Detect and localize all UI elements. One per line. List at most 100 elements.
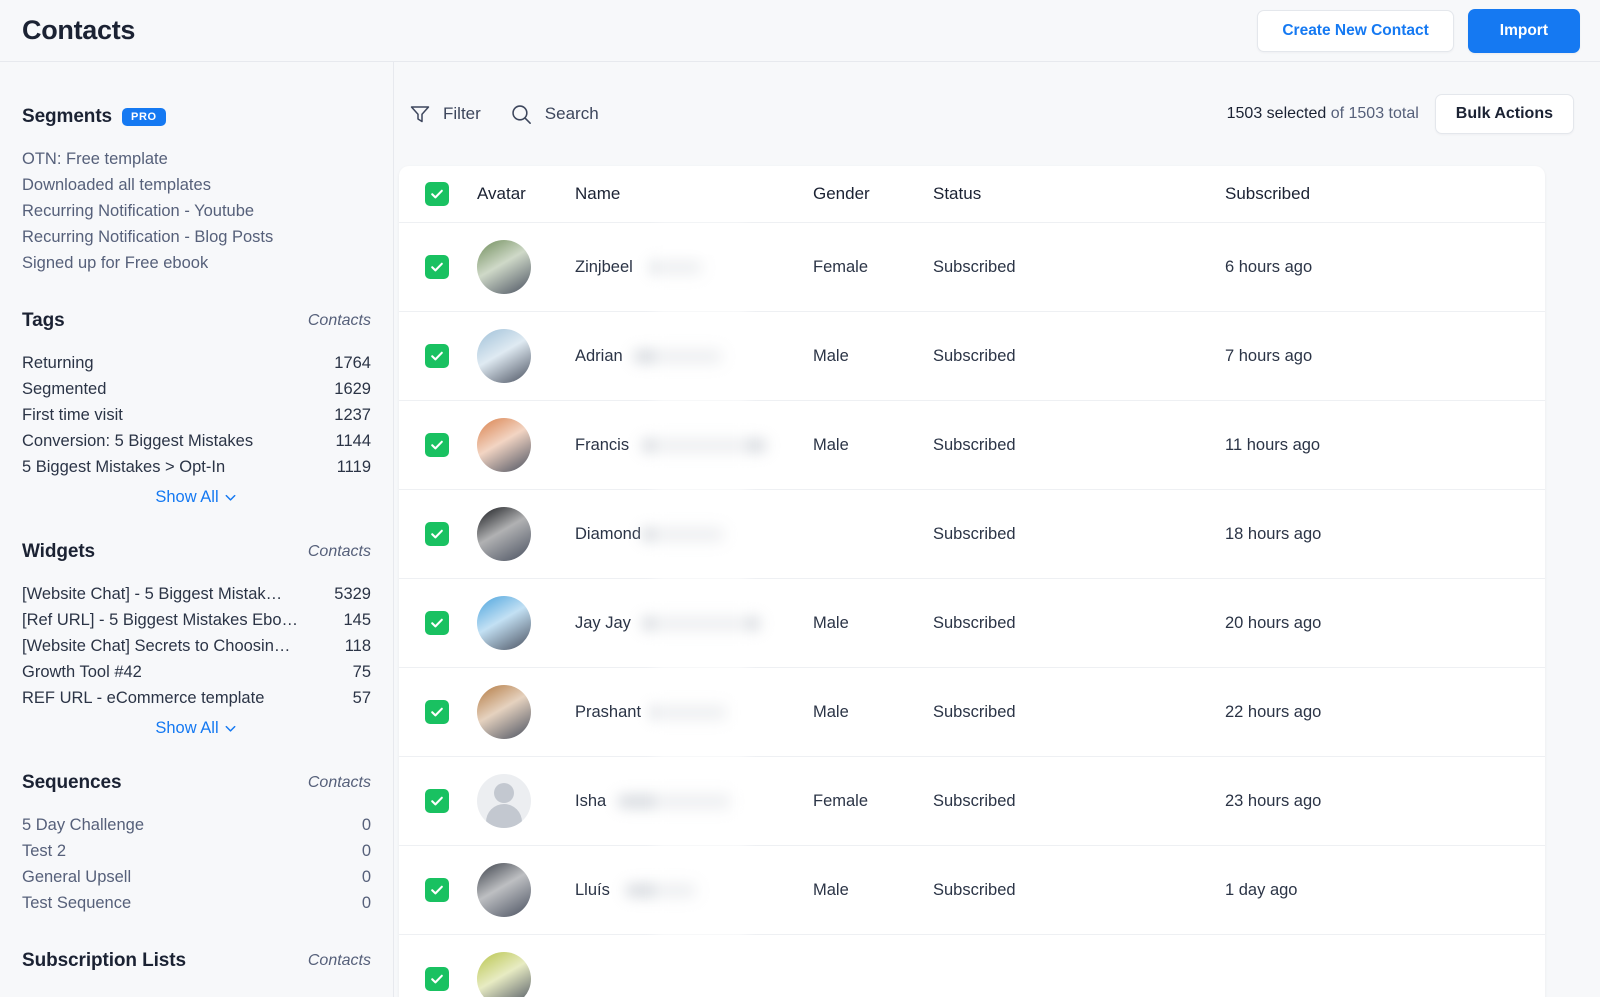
- row-checkbox[interactable]: [425, 611, 449, 635]
- row-checkbox[interactable]: [425, 700, 449, 724]
- row-checkbox[interactable]: [425, 433, 449, 457]
- row-select-cell: [399, 255, 477, 279]
- segments-header: Segments PRO: [22, 106, 371, 128]
- sidebar-section-segments: Segments PRO OTN: Free template Download…: [22, 106, 371, 276]
- chevron-down-icon: [223, 721, 238, 736]
- filter-button[interactable]: Filter: [408, 102, 481, 126]
- sequence-item[interactable]: Test 2 0: [22, 838, 371, 864]
- avatar: [477, 596, 531, 650]
- widget-item[interactable]: [Website Chat] Secrets to Choosin… 118: [22, 633, 371, 659]
- widget-item[interactable]: REF URL - eCommerce template 57: [22, 685, 371, 711]
- search-icon: [509, 102, 534, 127]
- sidebar: Segments PRO OTN: Free template Download…: [0, 62, 394, 997]
- contact-subscribed: 22 hours ago: [1225, 702, 1322, 721]
- contact-gender: Female: [813, 791, 869, 810]
- widget-count: 145: [343, 611, 371, 629]
- chevron-down-icon: [223, 490, 238, 505]
- row-select-cell: [399, 789, 477, 813]
- sequence-item[interactable]: Test Sequence 0: [22, 890, 371, 916]
- contact-subscribed: 20 hours ago: [1225, 613, 1322, 632]
- sequences-column-label: Contacts: [307, 774, 371, 791]
- create-new-contact-button[interactable]: Create New Contact: [1257, 9, 1454, 52]
- contact-subscribed: 23 hours ago: [1225, 791, 1322, 810]
- table-row[interactable]: Prashant Male Subscribed 22 hours ago: [399, 668, 1545, 757]
- segment-item[interactable]: Signed up for Free ebook: [22, 250, 371, 276]
- table-body: Zinjbeel Female Subscribed 6 hours ago Adria…: [399, 223, 1545, 997]
- row-select-cell: [399, 700, 477, 724]
- avatar-placeholder-body: [486, 804, 522, 828]
- tag-item[interactable]: Returning 1764: [22, 350, 371, 376]
- contact-gender: Male: [813, 880, 849, 899]
- subscription-lists-title: Subscription Lists: [22, 950, 186, 971]
- row-checkbox[interactable]: [425, 255, 449, 279]
- contact-subscribed: 11 hours ago: [1225, 435, 1321, 454]
- row-checkbox[interactable]: [425, 967, 449, 991]
- contact-subscribed: 6 hours ago: [1225, 257, 1313, 276]
- widget-label: REF URL - eCommerce template: [22, 689, 265, 707]
- segment-item[interactable]: Downloaded all templates: [22, 172, 371, 198]
- sequence-item[interactable]: General Upsell 0: [22, 864, 371, 890]
- tag-item[interactable]: 5 Biggest Mistakes > Opt-In 1119: [22, 454, 371, 480]
- row-checkbox[interactable]: [425, 789, 449, 813]
- bulk-actions-button[interactable]: Bulk Actions: [1434, 94, 1574, 134]
- tag-label: First time visit: [22, 406, 123, 424]
- widget-item[interactable]: [Website Chat] - 5 Biggest Mistak… 5329: [22, 581, 371, 607]
- search-button[interactable]: Search: [509, 102, 599, 127]
- tag-item[interactable]: Segmented 1629: [22, 376, 371, 402]
- row-select-cell: [399, 344, 477, 368]
- avatar: [477, 863, 531, 917]
- redaction-overlay: [655, 223, 747, 997]
- table-row[interactable]: [399, 935, 1545, 997]
- contact-gender: Male: [813, 702, 849, 721]
- widget-item[interactable]: [Ref URL] - 5 Biggest Mistakes Ebo… 145: [22, 607, 371, 633]
- sequence-count: 0: [361, 894, 371, 912]
- tags-column-label: Contacts: [307, 312, 371, 329]
- row-select-cell: [399, 611, 477, 635]
- tags-show-all-button[interactable]: Show All: [22, 488, 371, 507]
- tag-item[interactable]: First time visit 1237: [22, 402, 371, 428]
- widget-item[interactable]: Growth Tool #42 75: [22, 659, 371, 685]
- sequence-item[interactable]: 5 Day Challenge 0: [22, 812, 371, 838]
- avatar: [477, 418, 531, 472]
- avatar-cell: [477, 685, 575, 739]
- import-button[interactable]: Import: [1467, 8, 1580, 53]
- row-checkbox[interactable]: [425, 522, 449, 546]
- widgets-header: Widgets Contacts: [22, 541, 371, 563]
- top-bar: Contacts Create New Contact Import: [0, 0, 1600, 62]
- segment-item[interactable]: Recurring Notification - Youtube: [22, 198, 371, 224]
- select-all-checkbox[interactable]: [425, 182, 449, 206]
- row-checkbox[interactable]: [425, 344, 449, 368]
- table-row[interactable]: Zinjbeel Female Subscribed 6 hours ago: [399, 223, 1545, 312]
- avatar: [477, 774, 531, 828]
- widgets-list: [Website Chat] - 5 Biggest Mistak… 5329 […: [22, 581, 371, 711]
- widgets-show-all-button[interactable]: Show All: [22, 719, 371, 738]
- table-row[interactable]: Francis Male Subscribed 11 hours ago: [399, 401, 1545, 490]
- table-row[interactable]: Lluís Male Subscribed 1 day ago: [399, 846, 1545, 935]
- widget-count: 118: [344, 637, 371, 655]
- table-row[interactable]: Diamond Subscribed 18 hours ago: [399, 490, 1545, 579]
- sidebar-section-subscription-lists: Subscription Lists Contacts: [22, 950, 371, 972]
- segment-label: Downloaded all templates: [22, 176, 211, 194]
- table-row[interactable]: Adrian Male Subscribed 7 hours ago: [399, 312, 1545, 401]
- selection-summary: 1503 selected of 1503 total Bulk Actions: [1227, 94, 1574, 134]
- avatar: [477, 329, 531, 383]
- row-checkbox[interactable]: [425, 878, 449, 902]
- avatar-cell: [477, 863, 575, 917]
- tag-item[interactable]: Conversion: 5 Biggest Mistakes 1144: [22, 428, 371, 454]
- column-header-subscribed: Subscribed: [1225, 184, 1311, 203]
- tag-count: 1119: [336, 458, 371, 476]
- tag-count: 1237: [334, 406, 371, 424]
- tags-show-all-label: Show All: [155, 488, 219, 506]
- segment-label: Recurring Notification - Youtube: [22, 202, 255, 220]
- sequences-header: Sequences Contacts: [22, 772, 371, 794]
- table-row[interactable]: Jay Jay Male Subscribed 20 hours ago: [399, 579, 1545, 668]
- sequence-count: 0: [361, 816, 371, 834]
- table-row[interactable]: Isha Female Subscribed 23 hours ago: [399, 757, 1545, 846]
- avatar-cell: [477, 596, 575, 650]
- contacts-table: Avatar Name Gender Status Subscribed Zin…: [399, 166, 1545, 997]
- table-header-row: Avatar Name Gender Status Subscribed: [399, 166, 1545, 223]
- segment-item[interactable]: Recurring Notification - Blog Posts: [22, 224, 371, 250]
- segment-item[interactable]: OTN: Free template: [22, 146, 371, 172]
- tags-list: Returning 1764 Segmented 1629 First time v…: [22, 350, 371, 480]
- contact-status: Subscribed: [933, 435, 1016, 454]
